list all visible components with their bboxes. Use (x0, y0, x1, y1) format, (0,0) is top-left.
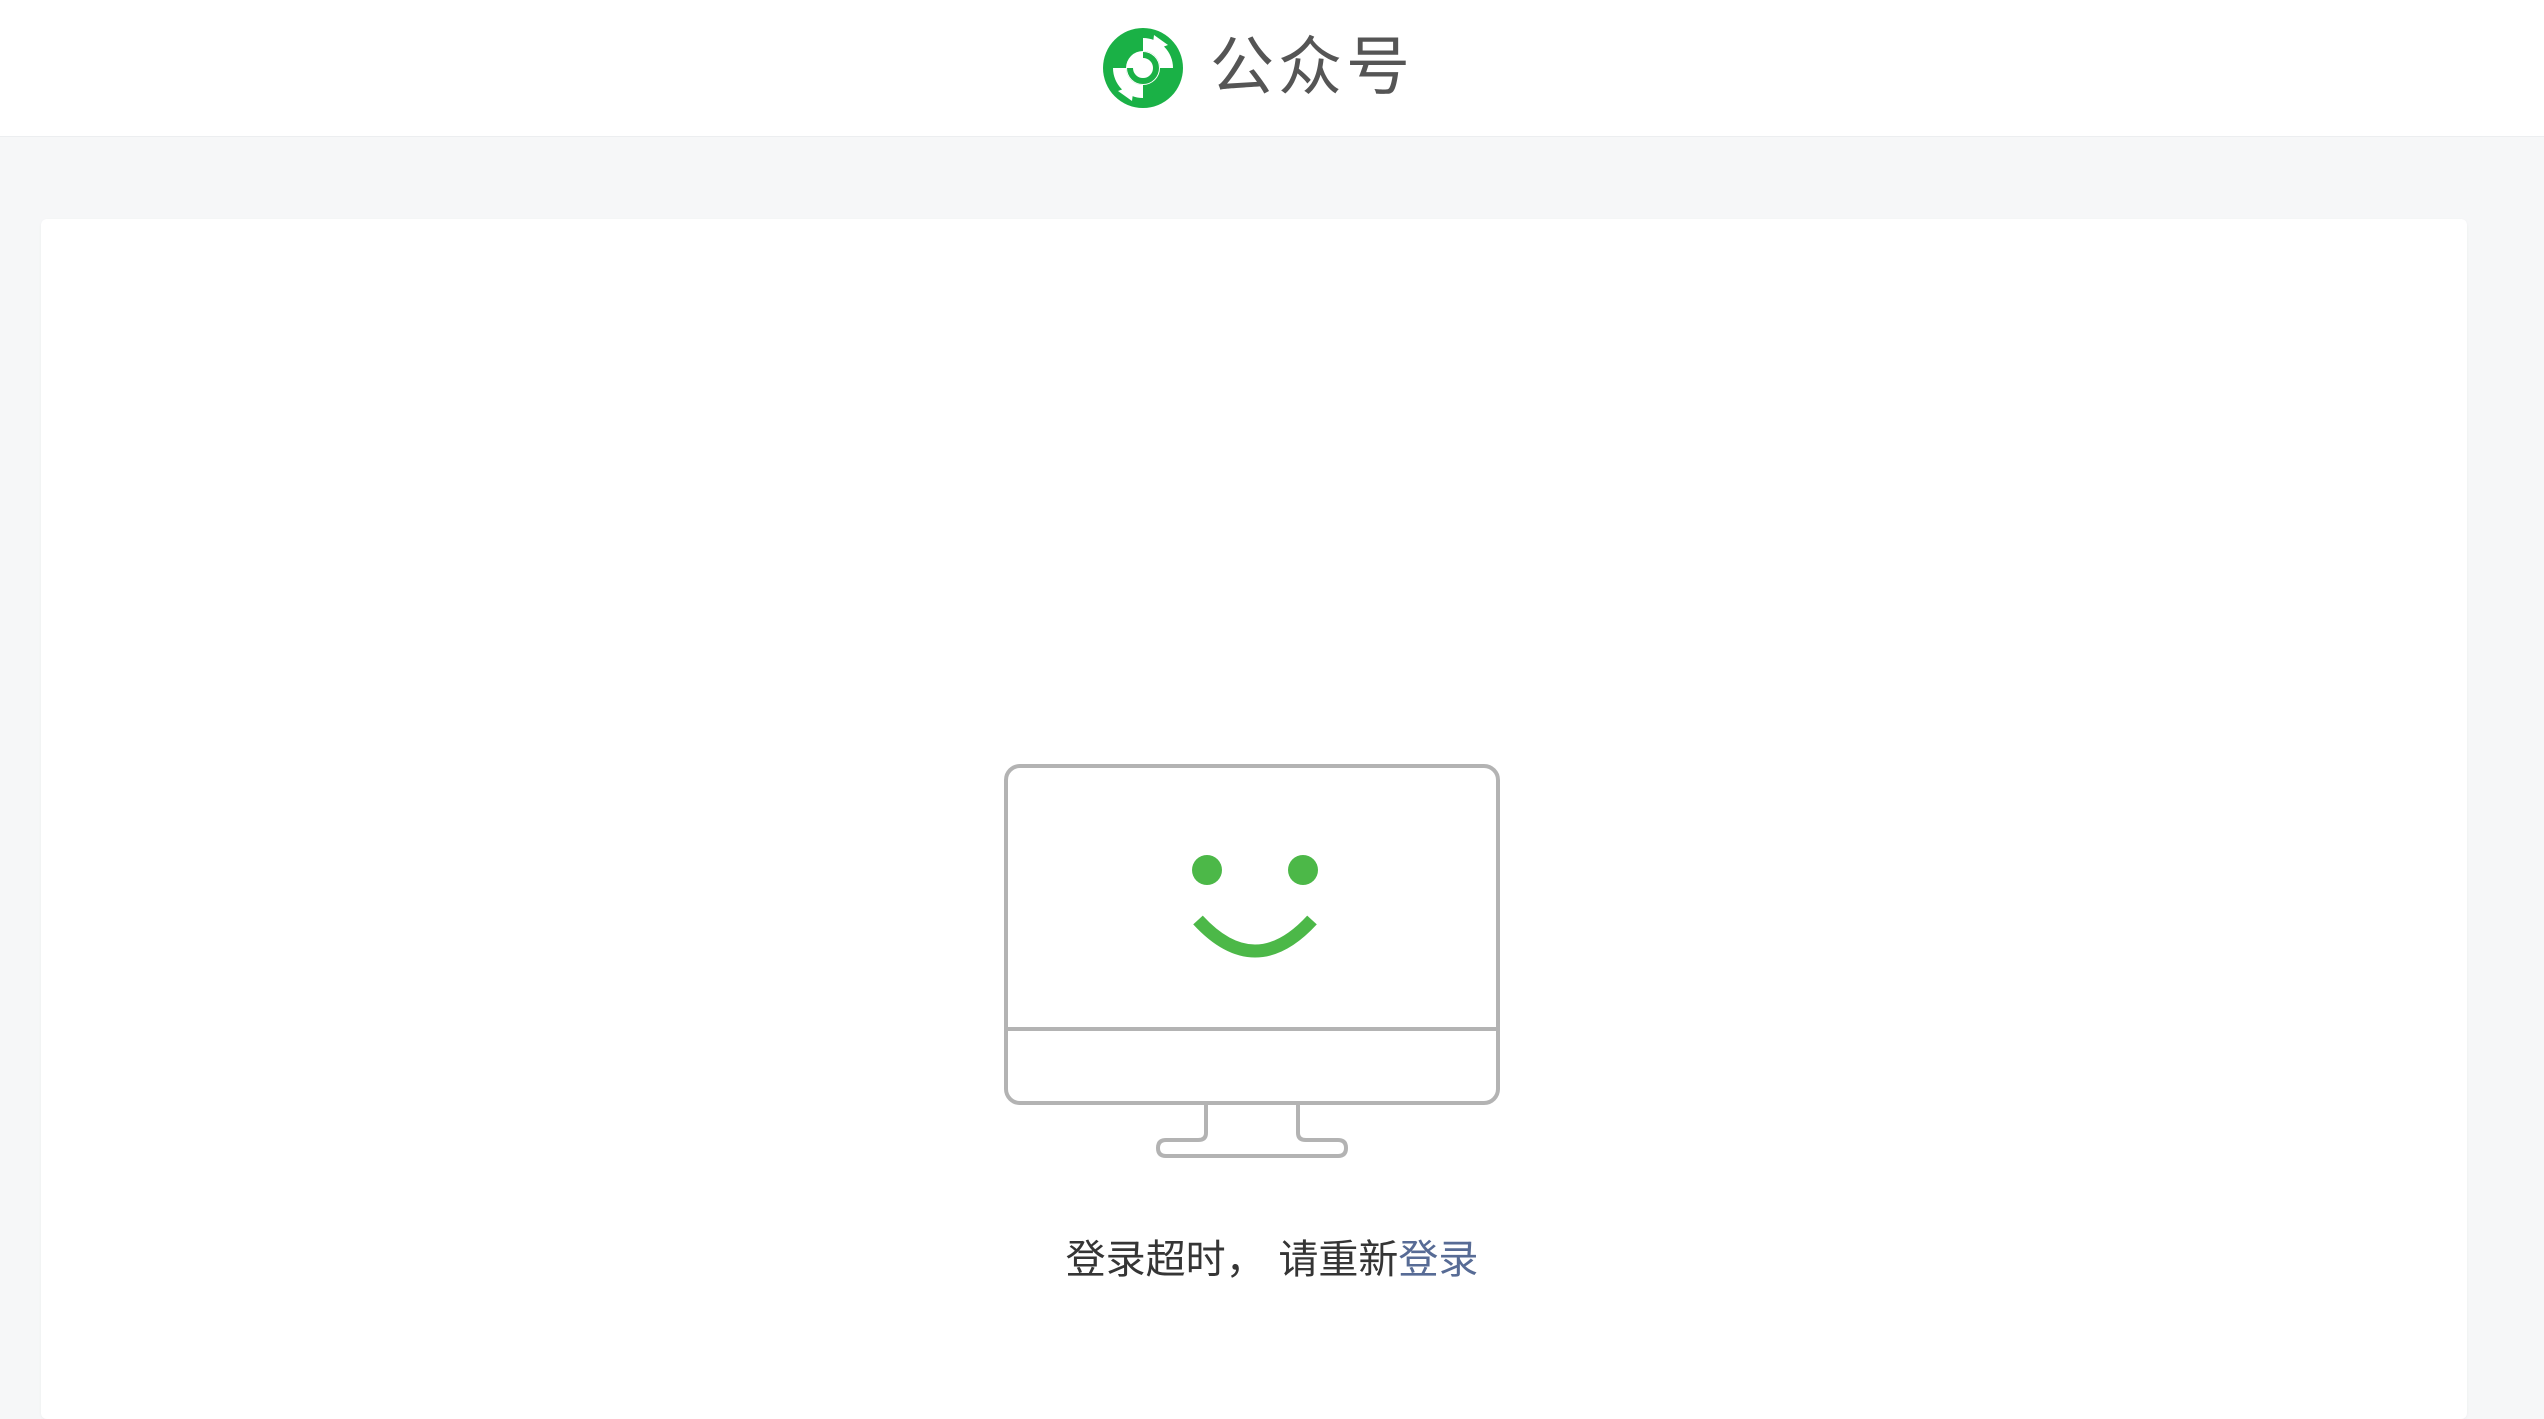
monitor-smile-icon (1000, 760, 1504, 1160)
top-header: 公众号 (0, 0, 2544, 137)
session-timeout-message: 登录超时， 请重新登录 (0, 1226, 2544, 1294)
brand-name: 公众号 (1210, 31, 1414, 105)
brand-link[interactable]: 公众号 (1100, 22, 1414, 114)
login-link[interactable]: 登录 (1398, 1237, 1478, 1283)
timeout-text: 登录超时， 请重新 (1065, 1237, 1399, 1283)
wechat-official-accounts-logo-icon (1100, 25, 1186, 111)
